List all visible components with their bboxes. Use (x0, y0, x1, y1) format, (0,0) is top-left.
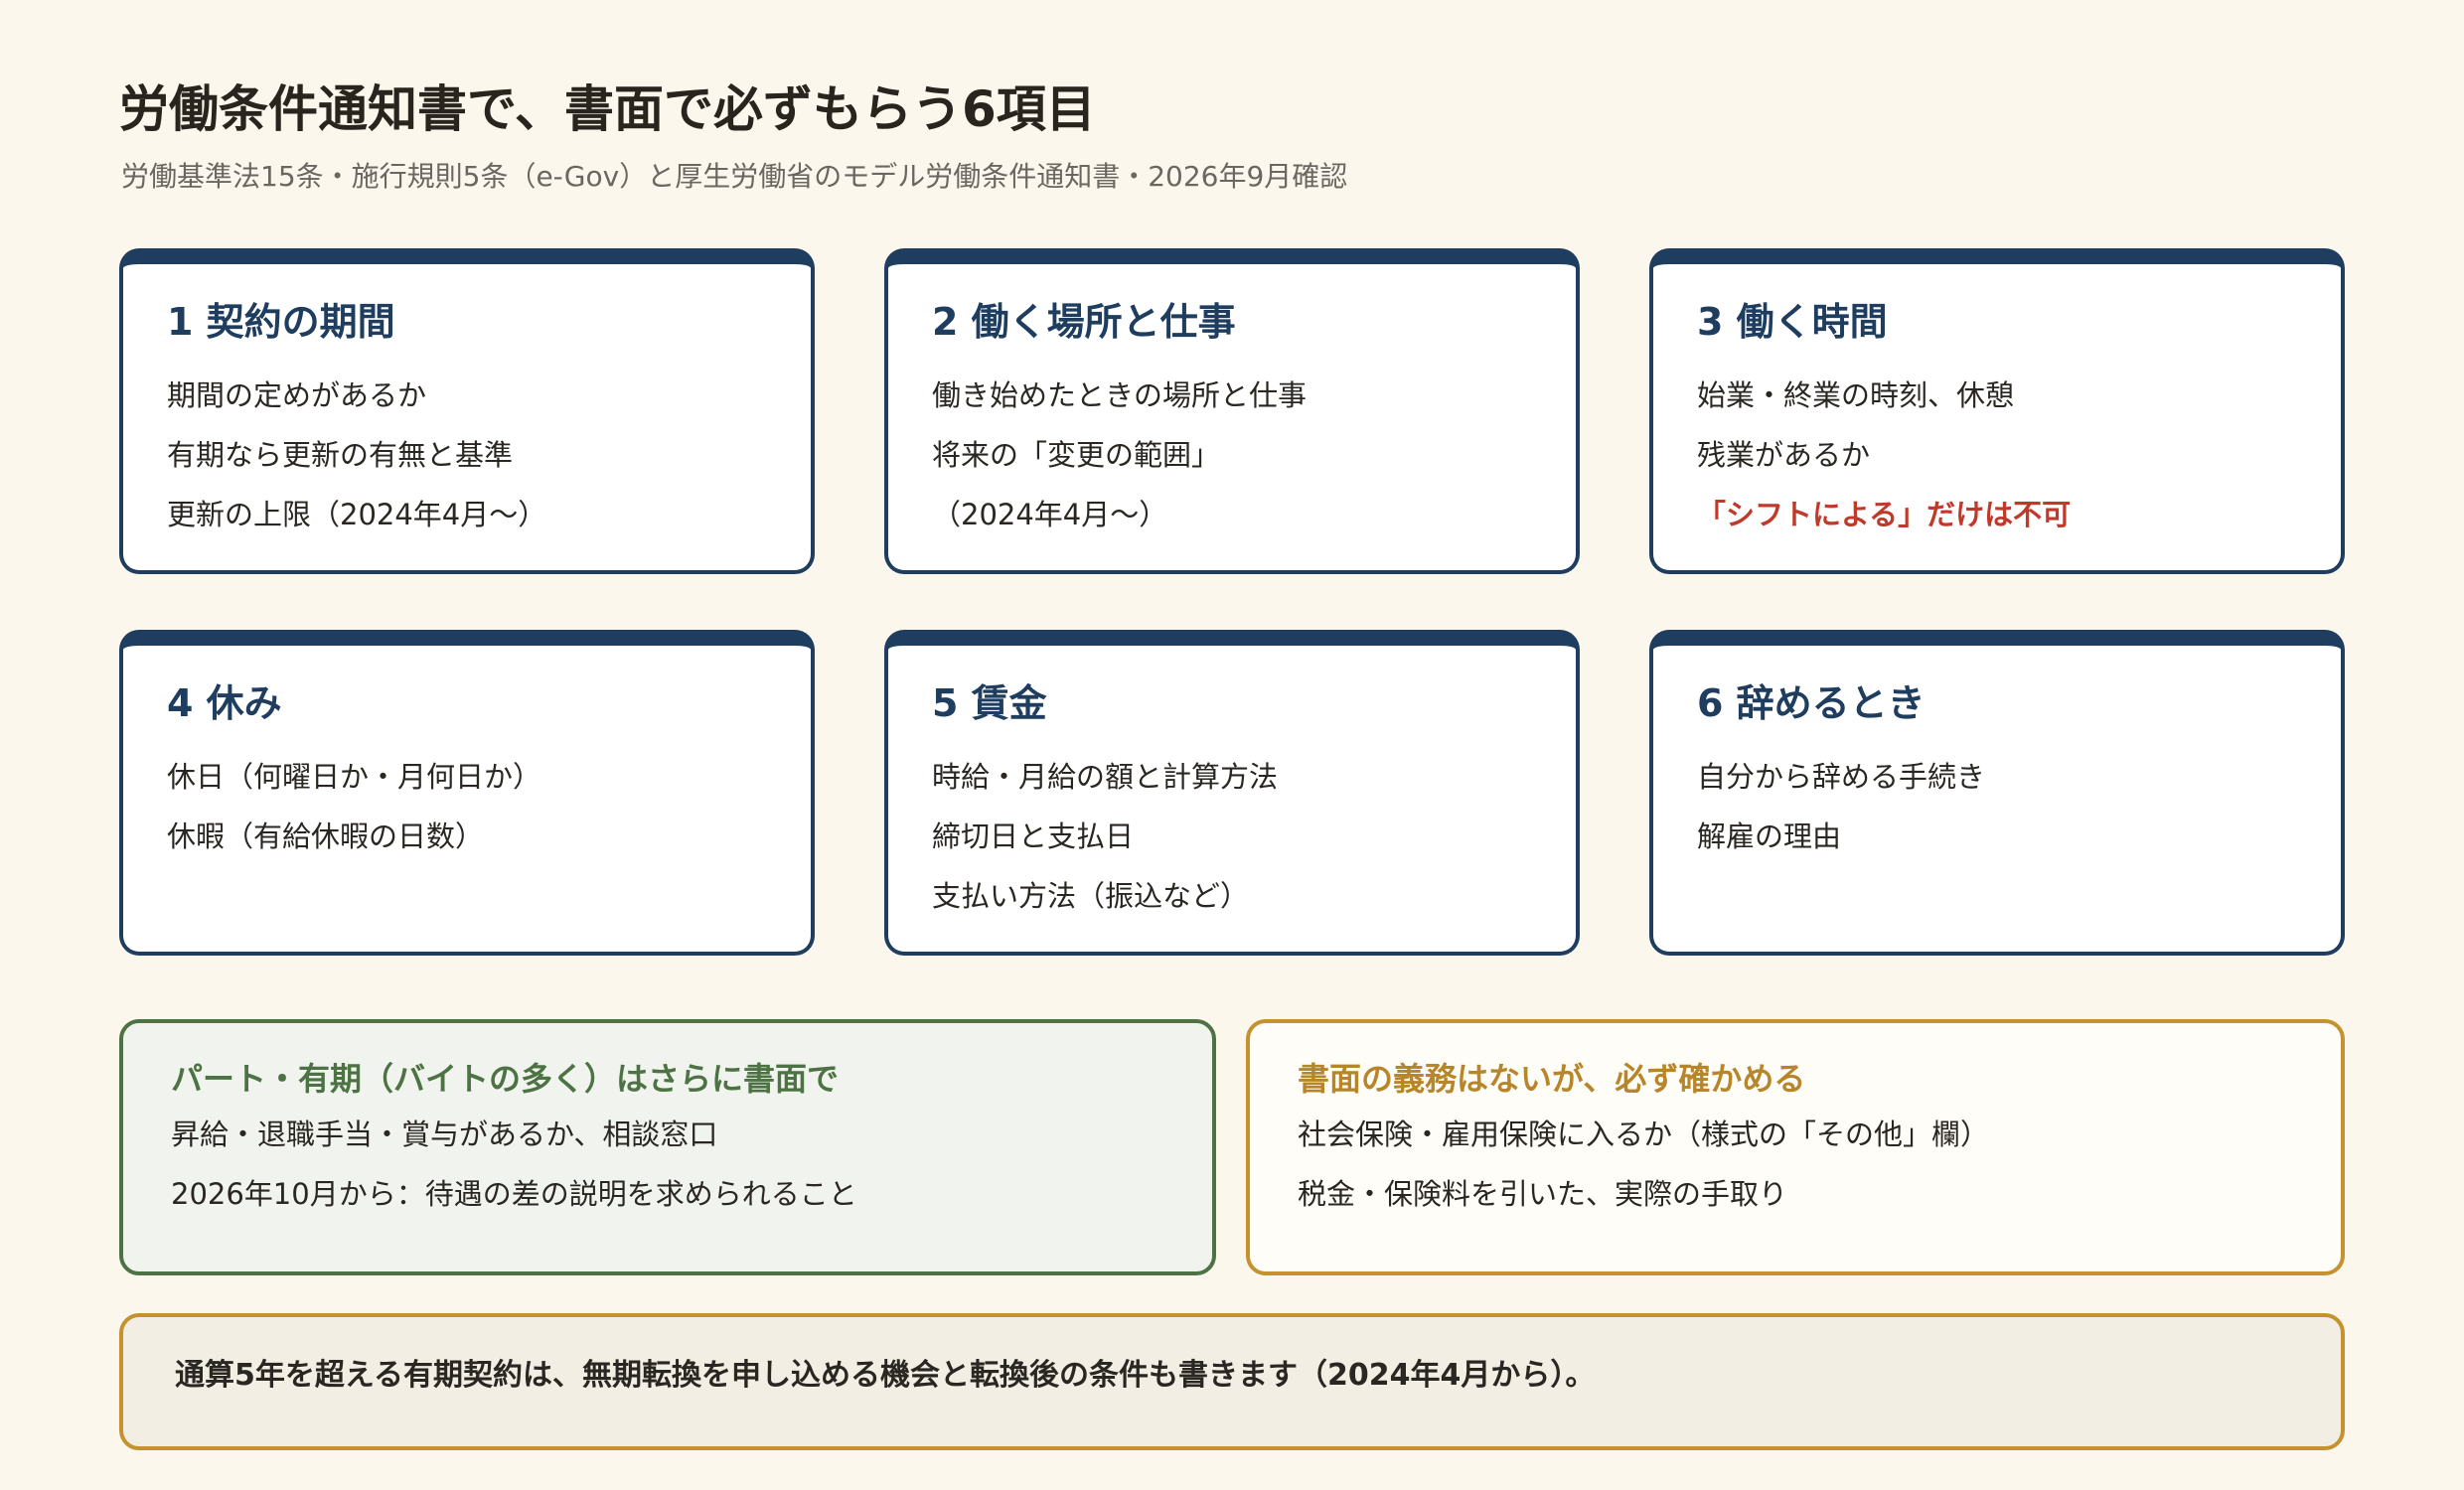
page-title: 労働条件通知書で、書面で必ずもらう6項目 (119, 80, 1096, 138)
note-line: 昇給・退職手当・賞与があるか、相談窓口 (171, 1118, 718, 1151)
card-title: 5 賃金 (932, 681, 1047, 725)
card-line: （2024年4月〜） (932, 498, 1168, 531)
card-line: 将来の「変更の範囲」 (932, 438, 1221, 472)
card-contract-period: 1 契約の期間 期間の定めがあるか 有期なら更新の有無と基準 更新の上限（202… (119, 248, 815, 574)
note-line: 税金・保険料を引いた、実際の手取り (1298, 1177, 1788, 1211)
note-must-check: 書面の義務はないが、必ず確かめる 社会保険・雇用保険に入るか（様式の「その他」欄… (1246, 1019, 2345, 1275)
note-line: 2026年10月から：待遇の差の説明を求められること (171, 1177, 857, 1211)
card-line: 休暇（有給休暇の日数） (167, 820, 485, 853)
card-line: 残業があるか (1697, 438, 1871, 472)
card-warning-line: 「シフトによる」だけは不可 (1697, 498, 2072, 531)
card-line: 締切日と支払日 (932, 820, 1135, 853)
note-line: 社会保険・雇用保険に入るか（様式の「その他」欄） (1298, 1118, 1990, 1151)
card-line: 支払い方法（振込など） (932, 879, 1250, 913)
card-working-hours: 3 働く時間 始業・終業の時刻、休憩 残業があるか 「シフトによる」だけは不可 (1649, 248, 2345, 574)
card-line: 自分から辞める手続き (1697, 760, 1986, 794)
card-resignation: 6 辞めるとき 自分から辞める手続き 解雇の理由 (1649, 630, 2345, 956)
card-line: 解雇の理由 (1697, 820, 1842, 853)
page-subtitle: 労働基準法15条・施行規則5条（e-Gov）と厚生労働省のモデル労働条件通知書・… (121, 160, 1348, 193)
card-line: 時給・月給の額と計算方法 (932, 760, 1279, 794)
card-title: 6 辞めるとき (1697, 681, 1925, 725)
card-title: 4 休み (167, 681, 282, 725)
card-title: 2 働く場所と仕事 (932, 300, 1236, 344)
card-holidays: 4 休み 休日（何曜日か・月何日か） 休暇（有給休暇の日数） (119, 630, 815, 956)
card-title: 1 契約の期間 (167, 300, 395, 344)
note-part-time: パート・有期（バイトの多く）はさらに書面で 昇給・退職手当・賞与があるか、相談窓… (119, 1019, 1216, 1275)
footer-text: 通算5年を超える有期契約は、無期転換を申し込める機会と転換後の条件も書きます（2… (175, 1358, 1596, 1393)
note-title: 書面の義務はないが、必ず確かめる (1298, 1060, 1806, 1098)
card-line: 働き始めたときの場所と仕事 (932, 378, 1308, 412)
card-line: 休日（何曜日か・月何日か） (167, 760, 542, 794)
card-wages: 5 賃金 時給・月給の額と計算方法 締切日と支払日 支払い方法（振込など） (884, 630, 1580, 956)
card-line: 更新の上限（2024年4月〜） (167, 498, 547, 531)
footer-note: 通算5年を超える有期契約は、無期転換を申し込める機会と転換後の条件も書きます（2… (119, 1313, 2345, 1450)
card-line: 期間の定めがあるか (167, 378, 427, 412)
card-workplace-and-job: 2 働く場所と仕事 働き始めたときの場所と仕事 将来の「変更の範囲」 （2024… (884, 248, 1580, 574)
card-title: 3 働く時間 (1697, 300, 1888, 344)
card-line: 有期なら更新の有無と基準 (167, 438, 514, 472)
card-line: 始業・終業の時刻、休憩 (1697, 378, 2015, 412)
note-title: パート・有期（バイトの多く）はさらに書面で (171, 1060, 840, 1098)
